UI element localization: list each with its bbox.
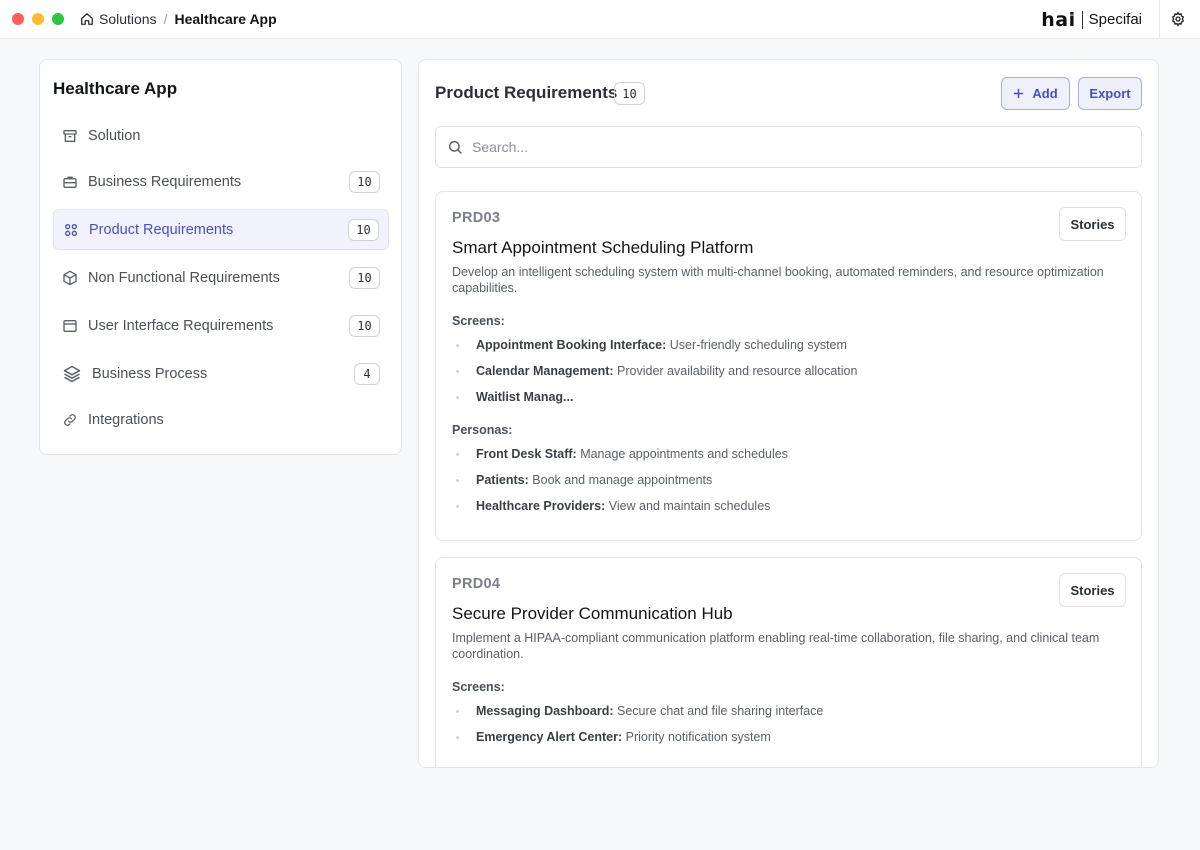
count-badge: 4	[354, 362, 380, 385]
sidebar: Healthcare App Solution Business Require…	[39, 59, 402, 455]
gear-icon[interactable]	[1170, 11, 1186, 27]
requirement-id: PRD03	[452, 210, 501, 226]
list-item: Patients: Book and manage appointments	[456, 473, 712, 487]
sidebar-title: Healthcare App	[53, 79, 178, 98]
screens-label: Screens:	[452, 314, 505, 328]
sidebar-item-product-requirements[interactable]: Product Requirements 10	[53, 209, 389, 250]
sidebar-item-solution[interactable]: Solution	[53, 115, 389, 156]
sidebar-item-label: Product Requirements	[89, 221, 234, 238]
breadcrumb-separator: /	[163, 11, 168, 27]
screen-detail: User-friendly scheduling system	[669, 338, 847, 352]
search-box	[435, 126, 1142, 168]
persona-name: Healthcare Providers:	[476, 499, 606, 513]
sidebar-item-label: Non Functional Requirements	[88, 269, 280, 286]
persona-detail: Manage appointments and schedules	[580, 447, 788, 461]
brand-logo: hai Specifai	[1041, 0, 1142, 39]
add-button-label: Add	[1032, 86, 1058, 101]
page-title: Product Requirements	[435, 83, 618, 102]
persona-name: Patients:	[476, 473, 529, 487]
sidebar-item-label: Business Process	[92, 365, 208, 382]
sidebar-item-non-functional-requirements[interactable]: Non Functional Requirements 10	[53, 257, 389, 298]
layers-icon	[62, 364, 82, 384]
personas-label: Personas:	[452, 423, 513, 437]
list-item: Healthcare Providers: View and maintain …	[456, 499, 770, 513]
screen-name: Emergency Alert Center:	[476, 730, 623, 744]
home-icon	[81, 13, 93, 25]
requirement-id: PRD04	[452, 576, 501, 592]
persona-detail: View and maintain schedules	[608, 499, 771, 513]
add-button[interactable]: Add	[1001, 77, 1070, 110]
minimize-window-button[interactable]	[32, 13, 44, 25]
stories-button[interactable]: Stories	[1059, 207, 1126, 241]
sidebar-item-business-process[interactable]: Business Process 4	[53, 353, 389, 394]
requirement-card[interactable]: PRD04 Secure Provider Communication Hub …	[435, 557, 1142, 767]
titlebar-divider	[1159, 0, 1160, 39]
screen-name: Messaging Dashboard:	[476, 704, 614, 718]
screen-detail: Provider availability and resource alloc…	[617, 364, 858, 378]
list-item: Calendar Management: Provider availabili…	[456, 364, 857, 378]
persona-detail: Book and manage appointments	[532, 473, 713, 487]
breadcrumb-current: Healthcare App	[174, 11, 277, 27]
list-item: Emergency Alert Center: Priority notific…	[456, 730, 771, 744]
list-item: Waitlist Manag...	[456, 390, 573, 404]
count-badge: 10	[349, 314, 380, 337]
list-item: Messaging Dashboard: Secure chat and fil…	[456, 704, 823, 718]
count-badge: 10	[348, 218, 379, 241]
sidebar-item-label: Integrations	[88, 411, 164, 428]
screen-name: Waitlist Manag...	[476, 390, 574, 404]
sidebar-item-user-interface-requirements[interactable]: User Interface Requirements 10	[53, 305, 389, 346]
sidebar-item-business-requirements[interactable]: Business Requirements 10	[53, 161, 389, 202]
main-panel: Product Requirements 10 Add Export PRD03…	[418, 59, 1159, 768]
window-controls	[12, 13, 64, 25]
count-badge: 10	[349, 266, 380, 289]
requirement-title: Smart Appointment Scheduling Platform	[452, 238, 754, 257]
brand-divider	[1081, 10, 1083, 29]
search-icon	[447, 139, 463, 155]
count-badge: 10	[349, 170, 380, 193]
breadcrumb-solutions-link[interactable]: Solutions	[80, 11, 157, 27]
breadcrumb: Solutions / Healthcare App	[80, 11, 277, 27]
link-icon	[62, 412, 78, 428]
screens-label: Screens:	[452, 680, 505, 694]
grid-icon	[63, 222, 79, 238]
screen-name: Appointment Booking Interface:	[476, 338, 667, 352]
hai-logo: hai	[1041, 8, 1076, 31]
cube-icon	[62, 270, 78, 286]
search-input[interactable]	[472, 139, 1122, 155]
breadcrumb-root-label: Solutions	[99, 11, 157, 27]
list-item: Front Desk Staff: Manage appointments an…	[456, 447, 788, 461]
requirement-description: Implement a HIPAA-compliant communicatio…	[452, 631, 1100, 661]
export-button-label: Export	[1089, 86, 1131, 101]
sidebar-item-label: Business Requirements	[88, 173, 242, 190]
requirement-title: Secure Provider Communication Hub	[452, 604, 733, 623]
sidebar-item-label: User Interface Requirements	[88, 317, 274, 334]
sidebar-item-label: Solution	[88, 127, 141, 144]
list-item: Appointment Booking Interface: User-frie…	[456, 338, 847, 352]
briefcase-icon	[62, 174, 78, 190]
title-bar: Solutions / Healthcare App hai Specifai	[0, 0, 1200, 39]
export-button[interactable]: Export	[1078, 77, 1142, 110]
specifai-logo: Specifai	[1088, 11, 1142, 28]
maximize-window-button[interactable]	[52, 13, 64, 25]
screen-detail: Secure chat and file sharing interface	[617, 704, 824, 718]
requirements-count-badge: 10	[614, 82, 645, 105]
screen-name: Calendar Management:	[476, 364, 614, 378]
stories-button[interactable]: Stories	[1059, 573, 1126, 607]
requirement-description: Develop an intelligent scheduling system…	[452, 265, 1104, 295]
plus-icon	[1014, 88, 1024, 99]
requirement-card[interactable]: PRD03 Smart Appointment Scheduling Platf…	[435, 191, 1142, 541]
sidebar-item-integrations[interactable]: Integrations	[53, 399, 389, 440]
screen-detail: Priority notification system	[625, 730, 771, 744]
close-window-button[interactable]	[12, 13, 24, 25]
archive-icon	[62, 128, 78, 144]
persona-name: Front Desk Staff:	[476, 447, 577, 461]
window-icon	[62, 318, 78, 334]
